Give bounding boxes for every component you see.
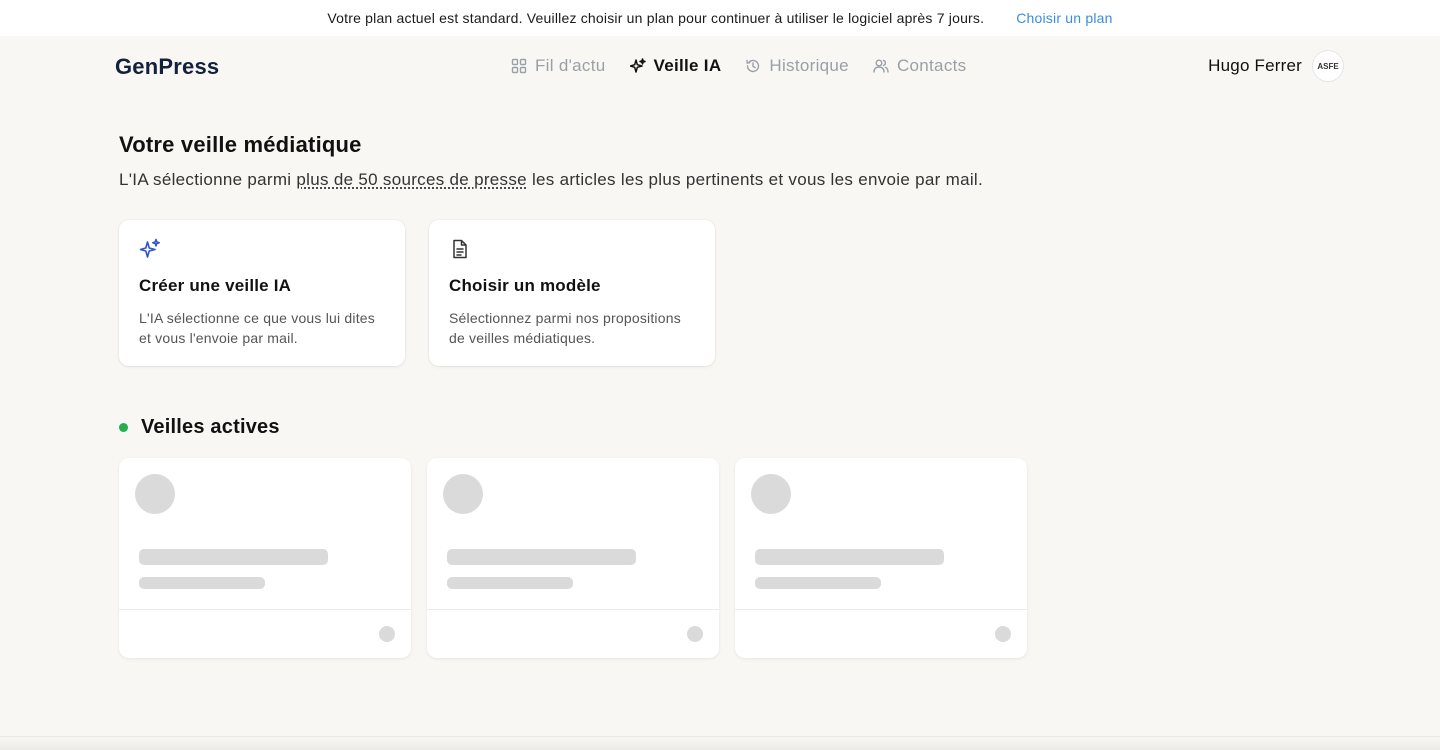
skeleton-dot [687,626,703,642]
skeleton-line [139,577,265,589]
active-status-dot [119,423,128,432]
divider [427,609,719,610]
skeleton-avatar [443,474,483,514]
skeleton-line [447,577,573,589]
page-title: Votre veille médiatique [119,132,362,157]
nav-item-fil-actu[interactable]: Fil d'actu [511,56,606,76]
plan-banner-message: Votre plan actuel est standard. Veuillez… [327,10,985,26]
sparkle-icon [629,58,646,74]
skeleton-avatar [135,474,175,514]
choose-template-card[interactable]: Choisir un modèle Sélectionnez parmi nos… [429,220,715,366]
history-icon [745,58,761,74]
nav-label: Fil d'actu [535,56,606,75]
card-title: Choisir un modèle [449,276,601,295]
grid-icon [511,58,527,74]
nav-label: Contacts [896,56,967,75]
divider [119,609,411,610]
loading-card [427,458,719,658]
card-description: Sélectionnez parmi nos propositions de v… [449,310,681,346]
nav-item-contacts[interactable]: Contacts [873,56,967,76]
skeleton-avatar [751,474,791,514]
create-ai-watch-card[interactable]: Créer une veille IA L'IA sélectionne ce … [119,220,405,366]
sparkle-icon [139,238,161,260]
skeleton-line [139,549,328,565]
bottom-edge [0,736,1440,750]
main-nav: Fil d'actu Veille IA Historique Contacts [511,56,990,76]
users-icon [873,58,889,74]
nav-item-veille-ia[interactable]: Veille IA [629,56,722,76]
subtitle-suffix: les articles les plus pertinents et vous… [531,170,983,189]
plan-banner: Votre plan actuel est standard. Veuillez… [0,0,1440,36]
user-name: Hugo Ferrer [1208,56,1302,75]
user-menu[interactable]: Hugo Ferrer ASFE [1208,50,1344,82]
skeleton-line [755,577,881,589]
divider [735,609,1027,610]
active-watches-heading: Veilles actives [119,416,280,439]
skeleton-line [755,549,944,565]
page-subtitle: L'IA sélectionne parmi plus de 50 source… [119,170,1119,190]
skeleton-line [447,549,636,565]
card-title: Créer une veille IA [139,276,292,295]
subtitle-prefix: L'IA sélectionne parmi [119,170,292,189]
top-header: GenPress Fil d'actu Veille IA Historique… [0,36,1440,100]
loading-card [735,458,1027,658]
genpress-logo[interactable]: GenPress [115,54,219,80]
press-sources-link[interactable]: plus de 50 sources de presse [296,170,526,189]
choose-plan-link[interactable]: Choisir un plan [1016,10,1112,26]
action-cards: Créer une veille IA L'IA sélectionne ce … [119,220,739,366]
nav-item-historique[interactable]: Historique [745,56,849,76]
main-content: Votre veille médiatique L'IA sélectionne… [119,132,1119,658]
active-watches-list [119,458,1043,658]
card-description: L'IA sélectionne ce que vous lui dites e… [139,310,375,346]
avatar[interactable]: ASFE [1312,50,1344,82]
nav-label: Historique [769,56,849,75]
skeleton-dot [995,626,1011,642]
loading-card [119,458,411,658]
section-label: Veilles actives [141,416,280,438]
skeleton-dot [379,626,395,642]
document-icon [449,238,471,260]
nav-label: Veille IA [653,56,722,75]
